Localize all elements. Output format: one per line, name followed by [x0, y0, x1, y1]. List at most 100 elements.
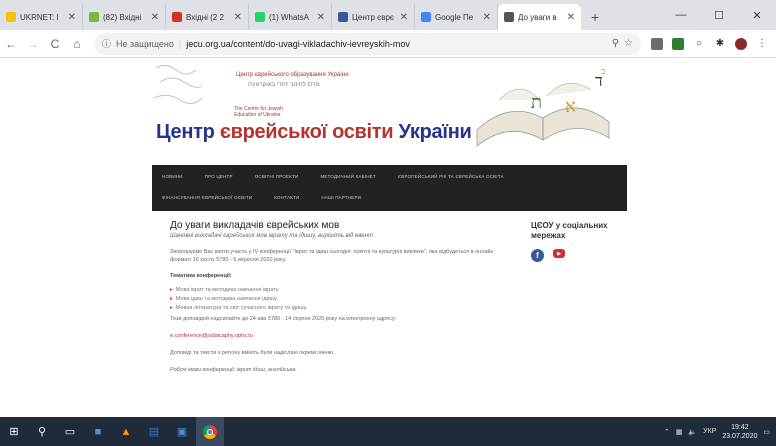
browser-tab[interactable]: (1) WhatsA ✕ [249, 4, 332, 30]
close-tab-icon[interactable]: ✕ [234, 12, 242, 23]
chrome-icon[interactable] [196, 417, 224, 446]
close-tab-icon[interactable]: ✕ [68, 12, 76, 23]
tab-favicon-icon [338, 12, 348, 22]
tab-favicon-icon [421, 12, 431, 22]
svg-text:ב: ב [601, 67, 605, 77]
article: До уваги викладачів єврейських мов Шанов… [170, 220, 510, 383]
menu-item[interactable]: Фінансування єврейської освіти [162, 195, 252, 200]
minimize-button[interactable]: — [662, 0, 700, 30]
logo-part: Центр [156, 121, 220, 143]
forward-button[interactable]: → [22, 37, 44, 51]
youtube-icon[interactable]: ▶ [553, 249, 565, 258]
extension-icon[interactable] [672, 37, 684, 50]
menu-item[interactable]: Освітні проекти [255, 174, 299, 179]
extension-icon[interactable] [651, 37, 663, 50]
puzzle-icon[interactable]: ✱ [714, 37, 726, 50]
app-icon[interactable]: ▣ [168, 417, 196, 446]
facebook-icon[interactable]: f [531, 249, 544, 262]
notification-icon[interactable]: ▭ [763, 428, 770, 436]
logo-part: єврейської освіти [219, 121, 399, 143]
topics-list: ▸ Мова іврит та методика навчання іврату.… [170, 286, 510, 313]
clock[interactable]: 19:42 23.07.2020 [722, 423, 757, 441]
close-window-button[interactable]: ✕ [738, 0, 776, 30]
close-tab-icon[interactable]: ✕ [151, 12, 159, 23]
menu-item[interactable]: Наші партнери [321, 195, 361, 200]
chevron-up-icon[interactable]: ⌃ [664, 428, 670, 436]
separator: | [178, 38, 182, 49]
contact-email-link[interactable]: e.conference@judaicaphy.uphs.tu [170, 333, 510, 339]
extension-icon[interactable]: ○ [693, 37, 705, 50]
search-icon[interactable]: ⚲ [28, 417, 56, 446]
article-title: До уваги викладачів єврейських мов [170, 220, 340, 231]
browser-tab[interactable]: UKRNET: I ✕ [0, 4, 83, 30]
app-icon[interactable]: ▲ [112, 417, 140, 446]
url-text: jecu.org.ua/content/do-uvagi-vikladachiv… [186, 38, 410, 49]
topic-text: Мовна література та світ сучасного іврат… [175, 305, 308, 311]
topics-heading: Тематика конференції: [170, 273, 232, 279]
site-header: Центр єврейського образування України מר… [152, 58, 627, 164]
system-tray: ⌃ ▦ 🔈 УКР 19:42 23.07.2020 ▭ [664, 423, 776, 441]
task-view-icon[interactable]: ▭ [56, 417, 84, 446]
tab-title: (82) Вхідні [103, 12, 142, 22]
close-tab-icon[interactable]: ✕ [400, 12, 408, 23]
tab-title: Центр єврє [352, 12, 394, 22]
org-name-he: מרכז לחינוך יהודי באוקראינה [248, 82, 320, 88]
windows-start-icon[interactable]: ⊞ [0, 417, 28, 446]
menu-item[interactable]: Методичний кабінет [320, 174, 375, 179]
menu-item[interactable]: Європейський рік та єврейська освіта [398, 174, 504, 179]
info-icon[interactable]: ⓘ [102, 37, 111, 50]
windows-taskbar: ⊞ ⚲ ▭ ■ ▲ ▤ ▣ ⌃ ▦ 🔈 УКР 19:42 23.07.2020… [0, 417, 776, 446]
window-controls: — ☐ ✕ [662, 0, 776, 30]
clock-date: 23.07.2020 [722, 432, 758, 440]
menu-item[interactable]: Контакти [274, 195, 299, 200]
tab-title: Вхідні (2 2 [186, 12, 224, 22]
page-viewport: Центр єврейського образування України מר… [0, 58, 776, 417]
omnibox[interactable]: ⓘ Не защищено | jecu.org.ua/content/do-u… [94, 32, 641, 55]
social-title: ЦЄОУ у соціальних мережах [531, 221, 608, 240]
social-icons: f ▶ [531, 249, 621, 262]
home-button[interactable]: ⌂ [66, 37, 88, 51]
maximize-button[interactable]: ☐ [700, 0, 738, 30]
browser-tab-bar: UKRNET: I ✕ (82) Вхідні ✕ Вхідні (2 2 ✕ (1) Wh… [0, 0, 776, 30]
topic-item: ▸ Мовна література та світ сучасного івра… [170, 304, 510, 313]
menu-item[interactable]: Новини [162, 174, 183, 179]
browser-tab[interactable]: (82) Вхідні ✕ [83, 4, 166, 30]
reload-button[interactable]: C [44, 37, 66, 51]
decorative-scribble [153, 64, 203, 104]
svg-text:ת: ת [531, 92, 542, 113]
menu-item[interactable]: Про центр [205, 174, 233, 179]
network-icon[interactable]: ▦ [676, 428, 683, 436]
browser-tab[interactable]: Вхідні (2 2 ✕ [166, 4, 249, 30]
back-button[interactable]: ← [0, 37, 22, 51]
browser-tab[interactable]: Google Пе ✕ [415, 4, 498, 30]
close-tab-icon[interactable]: ✕ [567, 12, 575, 23]
volume-icon[interactable]: 🔈 [688, 428, 697, 436]
svg-text:א: א [565, 96, 576, 117]
tab-title: До уваги в [518, 12, 557, 22]
menu-kebab-icon[interactable]: ⋮ [756, 37, 768, 50]
bookmark-star-icon[interactable]: ☆ [624, 38, 633, 49]
app-icon[interactable]: ■ [84, 417, 112, 446]
zoom-search-icon[interactable]: ⚲ [612, 38, 619, 49]
close-tab-icon[interactable]: ✕ [317, 12, 325, 23]
tab-favicon-icon [504, 12, 514, 22]
open-book-illustration: ת א ד ב [476, 67, 610, 147]
browser-tab[interactable]: Центр єврє ✕ [332, 4, 415, 30]
logo-part: України [398, 121, 472, 143]
browser-tab[interactable]: До уваги в ✕ [498, 4, 581, 30]
address-bar-row: ← → C ⌂ ⓘ Не защищено | jecu.org.ua/cont… [0, 30, 776, 58]
site-logo[interactable]: Центр єврейської освіти України [156, 121, 472, 144]
org-name-ua: Центр єврейського образування України [236, 72, 349, 78]
article-intro: Запрошуємо Вас взяти участь у IV конфере… [170, 249, 494, 263]
app-icon[interactable]: ▤ [140, 417, 168, 446]
clock-time: 19:42 [731, 423, 749, 431]
topic-text: Мова ідиш та методика навчання ідишу. [175, 296, 278, 302]
main-menu: Новини Про центр Освітні проекти Методичний… [152, 165, 627, 211]
language-indicator[interactable]: УКР [703, 428, 716, 435]
profile-avatar[interactable] [735, 37, 747, 50]
close-tab-icon[interactable]: ✕ [483, 12, 491, 23]
topic-item: ▸ Мова ідиш та методика навчання ідишу. [170, 295, 510, 304]
menu-row: Фінансування єврейської освіти Контакти На… [152, 188, 627, 206]
new-tab-button[interactable]: + [581, 4, 609, 30]
menu-row: Новини Про центр Освітні проекти Методичний… [152, 165, 627, 188]
